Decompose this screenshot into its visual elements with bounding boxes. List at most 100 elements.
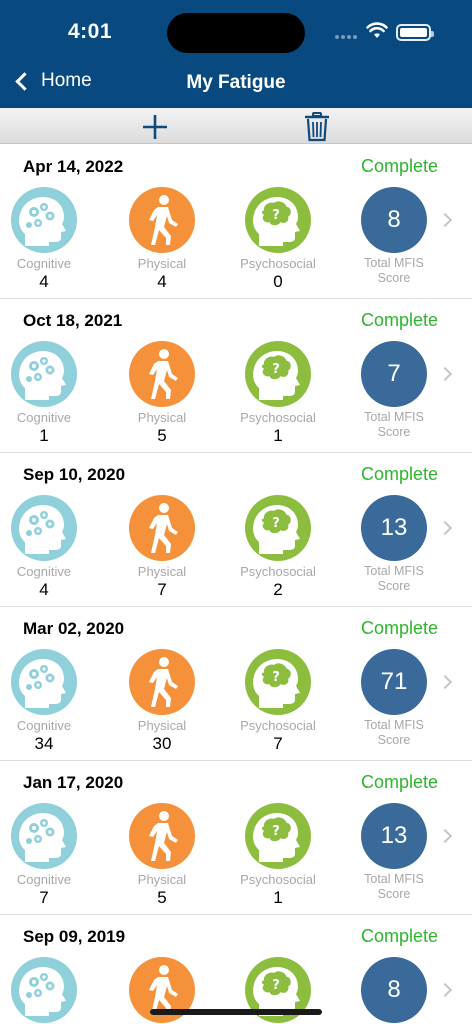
entry-date: Sep 09, 2019 (23, 927, 126, 946)
psychosocial-value: 1 (273, 426, 283, 445)
svg-text:?: ? (272, 670, 280, 685)
entry-date: Sep 10, 2020 (23, 465, 126, 484)
psychosocial-score: ? Psychosocial 1 (238, 803, 318, 908)
svg-text:?: ? (272, 516, 280, 531)
navigation-bar: 4:01 Home My Fatigue (0, 0, 472, 108)
cognitive-score: Cognitive 1 (4, 341, 84, 446)
total-score-badge: 13 (361, 495, 427, 561)
cognitive-value: 4 (39, 580, 49, 599)
total-label-line1: Total MFIS (364, 872, 424, 886)
svg-text:?: ? (272, 978, 280, 993)
entry-status: Complete (360, 618, 438, 638)
cognitive-score: Cognitive 7 (4, 803, 84, 908)
fatigue-entry-list: Apr 14, 2022 Complete Cognitive 4 Physic… (0, 145, 472, 1024)
psychosocial-score: ? Psychosocial 1 (238, 341, 318, 446)
total-label: Total MFIS Score (354, 872, 434, 902)
cognitive-score: Cognitive 34 (4, 649, 84, 754)
walking-person-icon (129, 495, 195, 561)
psychosocial-score: ? Psychosocial 2 (238, 495, 318, 600)
physical-score: Physical 5 (122, 341, 202, 446)
plus-icon[interactable] (140, 112, 170, 142)
chevron-right-icon (437, 982, 453, 998)
total-label-line2: Score (377, 579, 411, 593)
total-score-badge: 13 (361, 803, 427, 869)
physical-label: Physical (137, 872, 187, 887)
physical-label: Physical (137, 564, 187, 579)
total-label: Total MFIS Score (354, 564, 434, 594)
cognitive-value: 7 (39, 888, 49, 907)
psychosocial-label: Psychosocial (240, 872, 316, 887)
walking-person-icon (129, 649, 195, 715)
total-label-line1: Total MFIS (364, 410, 424, 424)
svg-text:?: ? (272, 362, 280, 377)
total-score-badge: 71 (361, 649, 427, 715)
physical-label: Physical (137, 718, 187, 733)
cellular-signal-icon (335, 35, 357, 39)
psychosocial-score: ? Psychosocial 7 (238, 649, 318, 754)
cognitive-label: Cognitive (16, 564, 72, 579)
cognitive-label: Cognitive (16, 256, 72, 271)
wifi-icon (366, 22, 388, 38)
total-label: Total MFIS Score (354, 256, 434, 286)
cognitive-head-icon (11, 957, 77, 1023)
fatigue-entry-row[interactable]: Sep 09, 2019 Complete Cognitive Physical… (0, 915, 472, 1024)
total-label-line1: Total MFIS (364, 256, 424, 270)
psychosocial-value: 2 (273, 580, 283, 599)
entry-status: Complete (360, 926, 438, 946)
physical-label: Physical (137, 256, 187, 271)
walking-person-icon (129, 803, 195, 869)
physical-score: Physical 5 (122, 803, 202, 908)
chevron-right-icon (437, 674, 453, 690)
toolbar (0, 108, 472, 144)
total-label-line2: Score (377, 425, 411, 439)
cognitive-head-icon (11, 803, 77, 869)
entry-status: Complete (360, 156, 438, 176)
total-mfis-score: 13 Total MFIS Score (354, 495, 434, 594)
physical-score: Physical 30 (122, 649, 202, 754)
cognitive-value: 1 (39, 426, 49, 445)
physical-label: Physical (137, 410, 187, 425)
psychosocial-value: 1 (273, 888, 283, 907)
total-score-badge: 8 (361, 187, 427, 253)
psychosocial-label: Psychosocial (240, 564, 316, 579)
trash-icon[interactable] (303, 111, 331, 143)
chevron-right-icon (437, 366, 453, 382)
fatigue-entry-row[interactable]: Mar 02, 2020 Complete Cognitive 34 Physi… (0, 607, 472, 761)
cognitive-value: 34 (34, 734, 54, 753)
total-label-line2: Score (377, 733, 411, 747)
walking-person-icon (129, 187, 195, 253)
total-label: Total MFIS Score (354, 410, 434, 440)
svg-text:?: ? (272, 208, 280, 223)
fatigue-entry-row[interactable]: Jan 17, 2020 Complete Cognitive 7 Physic… (0, 761, 472, 915)
total-label-line2: Score (377, 271, 411, 285)
psychosocial-label: Psychosocial (240, 718, 316, 733)
brain-question-icon: ? (245, 803, 311, 869)
total-value: 8 (387, 206, 401, 233)
brain-question-icon: ? (245, 341, 311, 407)
entry-date: Jan 17, 2020 (23, 773, 124, 792)
cognitive-head-icon (11, 187, 77, 253)
total-score-badge: 7 (361, 341, 427, 407)
dynamic-island (167, 13, 305, 53)
cognitive-label: Cognitive (16, 872, 72, 887)
psychosocial-label: Psychosocial (240, 256, 316, 271)
chevron-right-icon (437, 520, 453, 536)
physical-score: Physical 4 (122, 187, 202, 292)
fatigue-entry-row[interactable]: Oct 18, 2021 Complete Cognitive 1 Physic… (0, 299, 472, 453)
status-time: 4:01 (68, 20, 113, 43)
total-mfis-score: 71 Total MFIS Score (354, 649, 434, 748)
chevron-right-icon (437, 212, 453, 228)
brain-question-icon: ? (245, 187, 311, 253)
total-label-line1: Total MFIS (364, 718, 424, 732)
psychosocial-label: Psychosocial (240, 410, 316, 425)
cognitive-score: Cognitive (4, 957, 84, 1024)
svg-text:?: ? (272, 824, 280, 839)
fatigue-entry-row[interactable]: Sep 10, 2020 Complete Cognitive 4 Physic… (0, 453, 472, 607)
cognitive-head-icon (11, 649, 77, 715)
home-indicator[interactable] (150, 1009, 322, 1015)
total-label: Total MFIS Score (354, 718, 434, 748)
fatigue-entry-row[interactable]: Apr 14, 2022 Complete Cognitive 4 Physic… (0, 145, 472, 299)
psychosocial-score: ? Psychosocial 0 (238, 187, 318, 292)
physical-score: Physical 7 (122, 495, 202, 600)
total-mfis-score: 8 Total MFIS Score (354, 957, 434, 1024)
